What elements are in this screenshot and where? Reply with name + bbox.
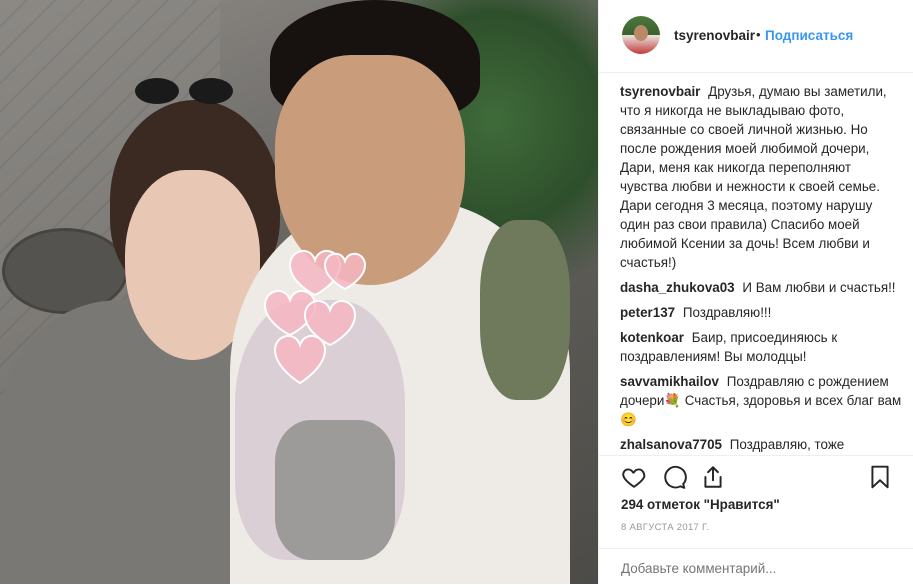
comment-author[interactable]: savvamikhailov [620, 374, 719, 389]
post-date[interactable]: 8 АВГУСТА 2017 Г. [621, 522, 709, 533]
comment-text: И Вам любви и счастья!! [742, 280, 896, 295]
comment-text: Поздравляю, тоже [729, 437, 845, 452]
caption: tsyrenovbair Друзья, думаю вы заметили, … [620, 82, 902, 272]
comment-author[interactable]: kotenkoar [620, 330, 684, 345]
comment-item: zhalsanova7705 Поздравляю, тоже [620, 435, 902, 454]
instagram-post: tsyrenovbair • Подписаться tsyrenovbair … [0, 0, 913, 584]
separator-dot: • [756, 27, 761, 42]
comment-item: kotenkoar Баир, присоединяюсь к поздравл… [620, 328, 902, 366]
action-bar [599, 455, 913, 496]
comment-author[interactable]: peter137 [620, 305, 675, 320]
heart-outline-icon[interactable] [621, 464, 647, 490]
caption-text: Друзья, думаю вы заметили, что я никогда… [620, 84, 887, 270]
comment-author[interactable]: dasha_zhukova03 [620, 280, 735, 295]
comment-author[interactable]: zhalsanova7705 [620, 437, 722, 452]
comments-list[interactable]: tsyrenovbair Друзья, думаю вы заметили, … [620, 82, 902, 455]
post-side-panel: tsyrenovbair • Подписаться tsyrenovbair … [598, 0, 913, 584]
post-header: tsyrenovbair • Подписаться [599, 0, 913, 73]
caption-author[interactable]: tsyrenovbair [620, 84, 700, 99]
bookmark-icon[interactable] [867, 464, 893, 490]
comment-text: Поздравляю!!! [682, 305, 772, 320]
comment-item: peter137 Поздравляю!!! [620, 303, 902, 322]
comment-item: savvamikhailov Поздравляю с рождением до… [620, 372, 902, 429]
comment-bubble-icon[interactable] [661, 464, 687, 490]
sunglasses [135, 78, 235, 108]
share-icon[interactable] [700, 464, 726, 490]
post-photo[interactable] [0, 0, 598, 584]
avatar[interactable] [622, 16, 660, 54]
follow-button[interactable]: Подписаться [765, 28, 853, 43]
hearts-sticker [245, 225, 385, 405]
header-username[interactable]: tsyrenovbair [674, 28, 755, 43]
comment-item: dasha_zhukova03 И Вам любви и счастья!! [620, 278, 902, 297]
likes-count[interactable]: 294 отметок "Нравится" [621, 497, 780, 512]
add-comment-input[interactable] [621, 561, 881, 576]
add-comment-section [599, 548, 913, 585]
